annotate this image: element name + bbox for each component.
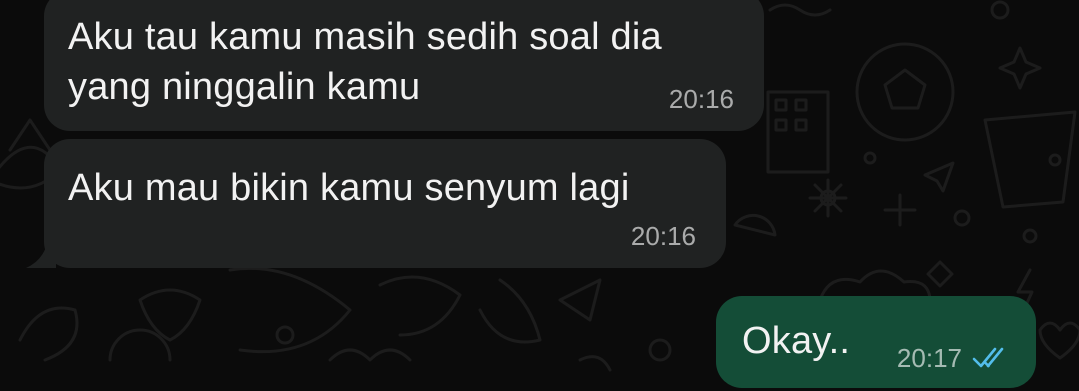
message-text: Aku mau bikin kamu senyum lagi	[68, 167, 630, 209]
message-meta: 20:16	[631, 222, 696, 250]
message-text: Aku tau kamu masih sedih soal dia yang n…	[68, 16, 662, 108]
message-timestamp: 20:16	[630, 221, 696, 251]
message-bubble-incoming[interactable]: Aku mau bikin kamu senyum lagi 20:16	[26, 139, 726, 268]
message-bubble-incoming[interactable]: Aku tau kamu masih sedih soal dia yang n…	[44, 0, 764, 131]
message-timestamp: 20:16	[668, 84, 734, 114]
double-check-read-icon	[972, 347, 1004, 368]
message-bubble-outgoing[interactable]: Okay.. 20:17	[716, 296, 1036, 388]
message-meta: 20:17	[897, 344, 1012, 372]
message-meta: 20:16	[669, 85, 734, 113]
bubble-tail-icon	[26, 240, 56, 268]
message-timestamp: 20:17	[896, 343, 962, 373]
